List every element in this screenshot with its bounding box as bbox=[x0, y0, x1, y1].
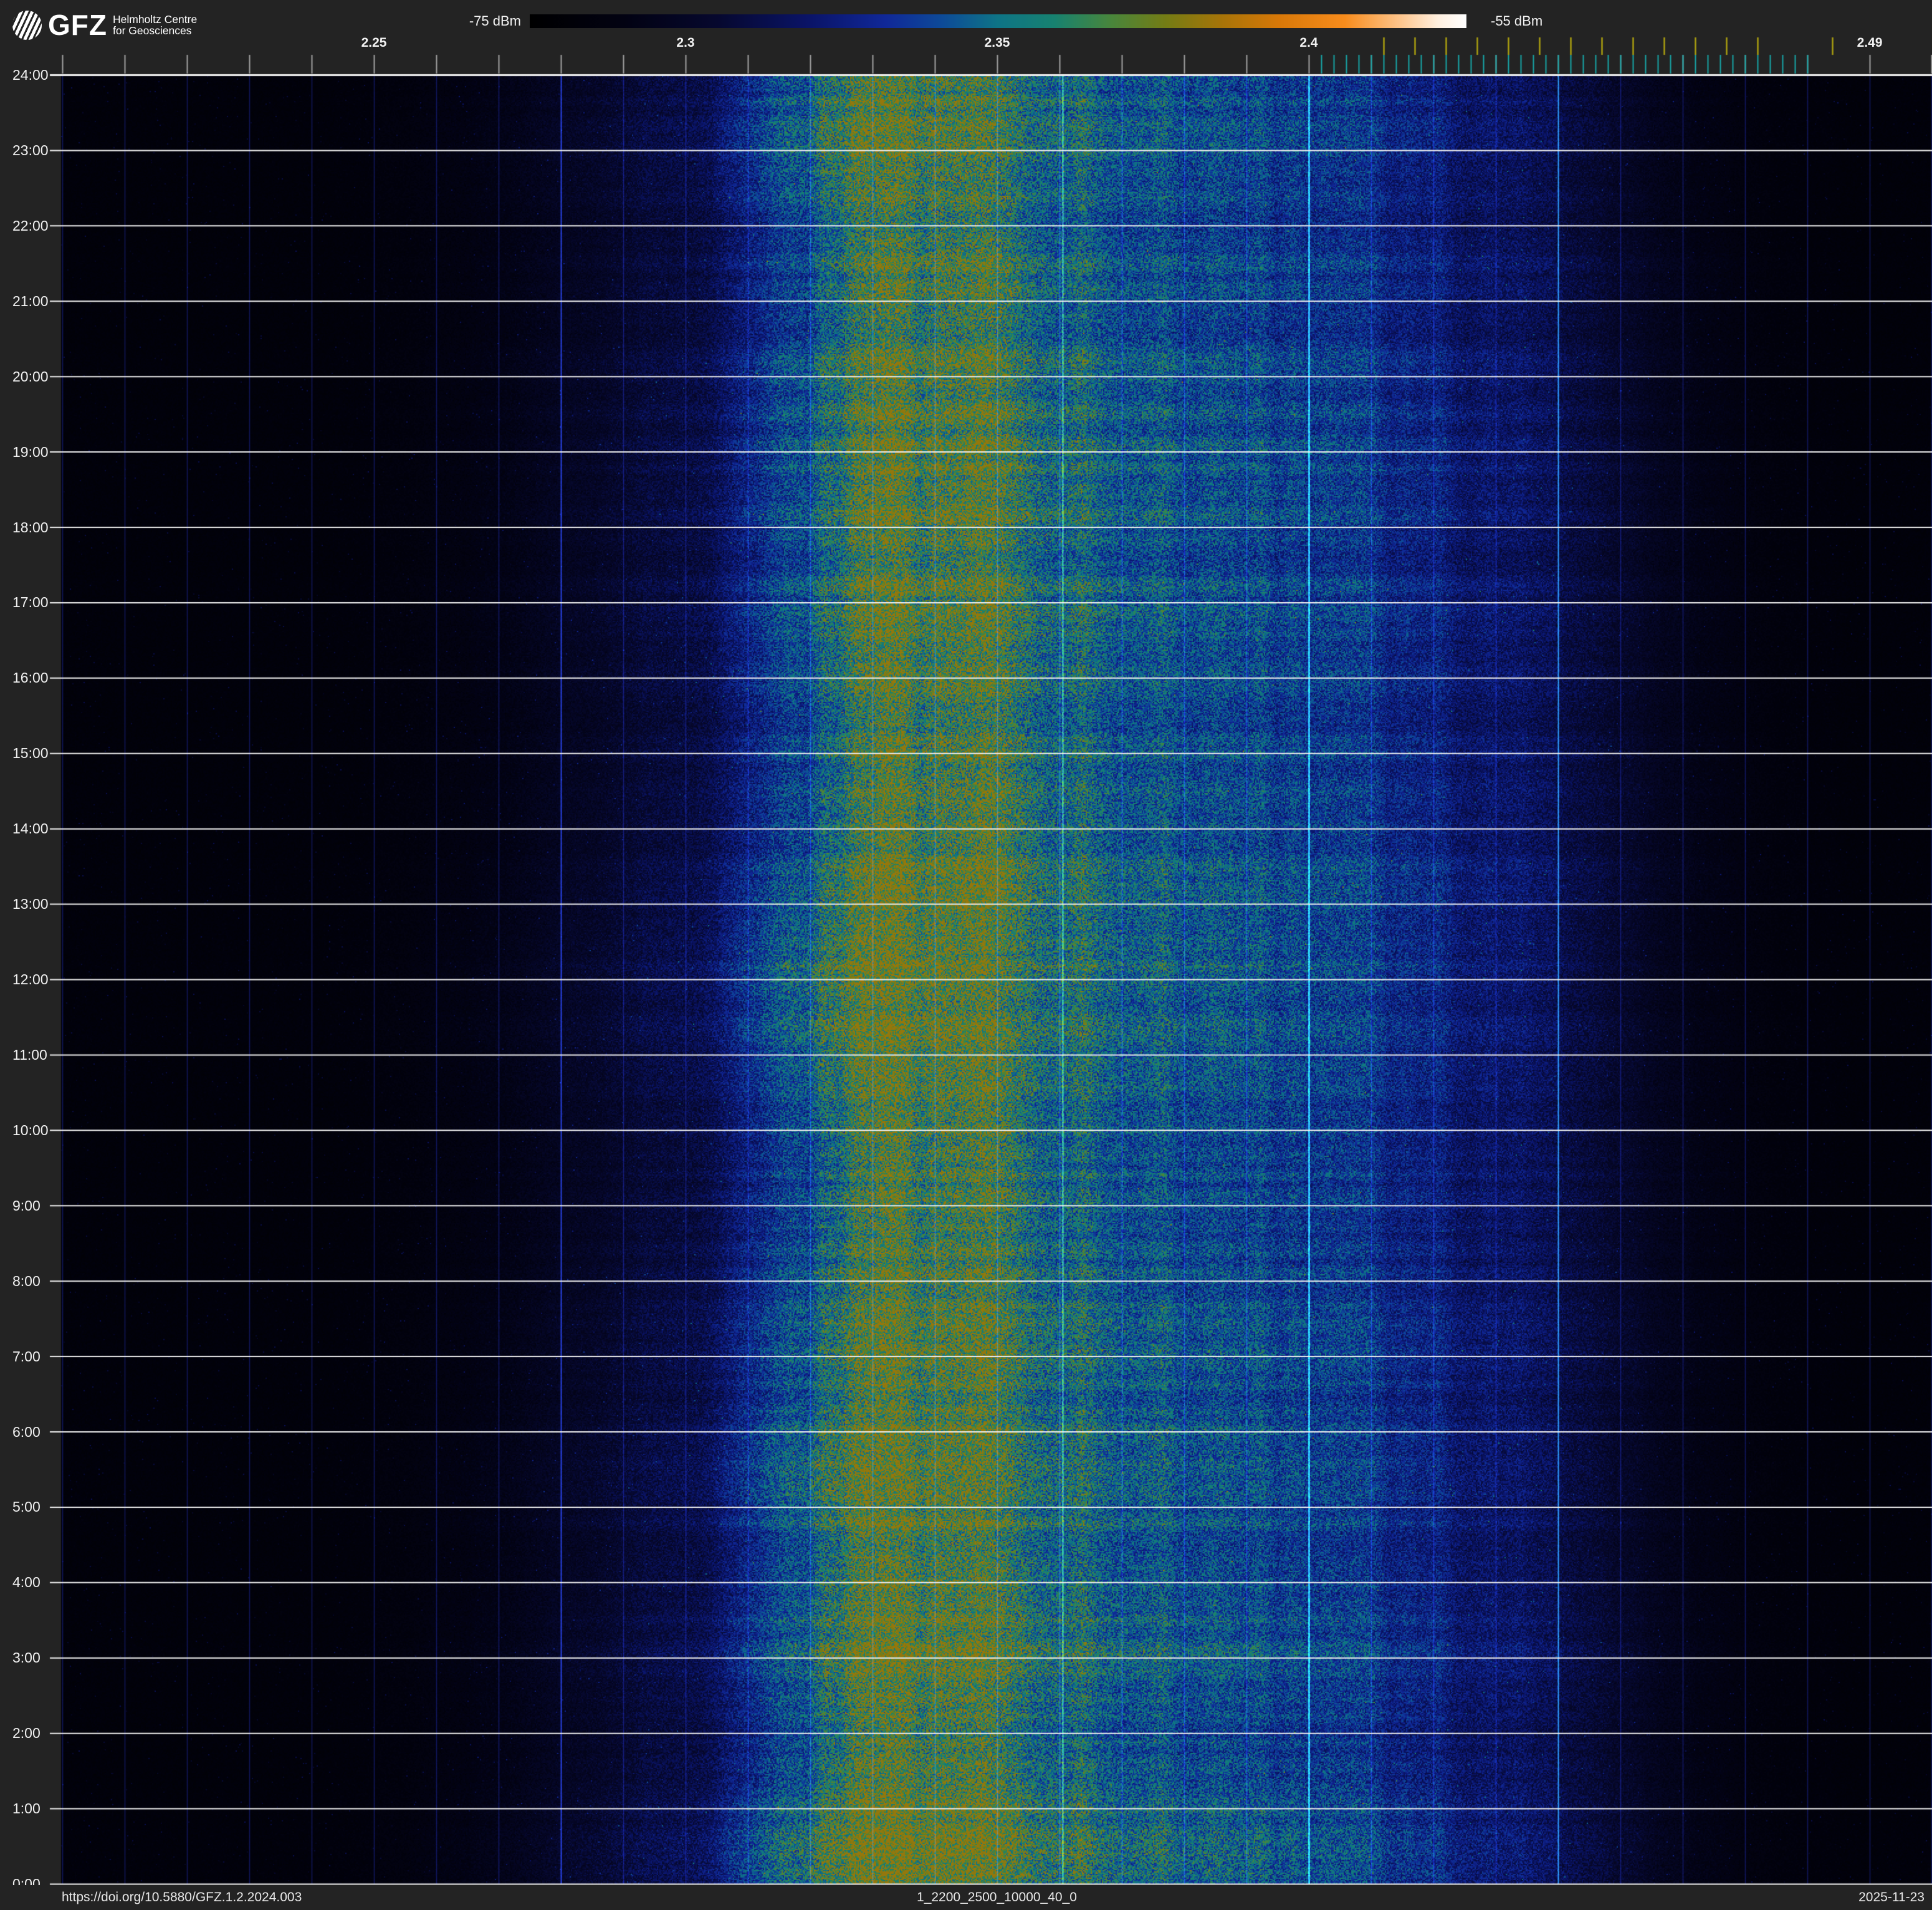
time-axis-label: 19:00 bbox=[12, 443, 49, 460]
gfz-logo-subtitle: Helmholtz Centre for Geosciences bbox=[112, 12, 198, 37]
time-axis-label: 15:00 bbox=[12, 745, 49, 762]
gfz-globe-icon bbox=[12, 10, 42, 40]
freq-axis-label: 2.3 bbox=[676, 36, 695, 50]
time-axis-label: 17:00 bbox=[12, 594, 49, 611]
freq-axis-label: 2.25 bbox=[361, 36, 387, 50]
time-axis-label: 24:00 bbox=[12, 67, 49, 83]
time-axis-label: 22:00 bbox=[12, 217, 49, 234]
time-axis-label: 14:00 bbox=[12, 820, 49, 837]
time-axis-label: 3:00 bbox=[12, 1649, 41, 1666]
spectrogram-page: { "header": { "logo": { "acronym": "GFZ"… bbox=[0, 0, 1932, 1910]
time-axis-label: 11:00 bbox=[12, 1046, 47, 1063]
time-axis-label: 1:00 bbox=[12, 1800, 41, 1817]
freq-axis-label: 2.49 bbox=[1857, 36, 1883, 50]
time-axis-label: 7:00 bbox=[12, 1348, 41, 1365]
gfz-logo-subtitle-line1: Helmholtz Centre bbox=[112, 12, 198, 26]
time-axis-label: 8:00 bbox=[12, 1272, 41, 1289]
time-axis-label: 2:00 bbox=[12, 1725, 41, 1742]
freq-axis-label: 2.4 bbox=[1299, 36, 1318, 50]
time-axis-label: 13:00 bbox=[12, 896, 49, 913]
dataset-name: 1_2200_2500_10000_40_0 bbox=[917, 1890, 1077, 1904]
time-axis-label: 9:00 bbox=[12, 1197, 41, 1214]
time-axis-label: 5:00 bbox=[12, 1499, 41, 1515]
freq-axis-label: 2.35 bbox=[984, 36, 1010, 50]
time-axis-label: 21:00 bbox=[12, 292, 49, 309]
gfz-logo-subtitle-line2: for Geosciences bbox=[112, 24, 192, 37]
time-axis-label: 6:00 bbox=[12, 1423, 41, 1440]
time-axis-label: 18:00 bbox=[12, 519, 49, 535]
time-axis-label: 4:00 bbox=[12, 1574, 41, 1591]
colorbar-max-label: -55 dBm bbox=[1491, 13, 1543, 29]
date-label: 2025-11-23 bbox=[1858, 1890, 1925, 1904]
time-axis-label: 16:00 bbox=[12, 669, 49, 686]
gfz-logo: GFZ Helmholtz Centre for Geosciences bbox=[12, 9, 197, 41]
footer-bar: https://doi.org/10.5880/GFZ.1.2.2024.003… bbox=[0, 1885, 1932, 1910]
spectrogram-canvas bbox=[0, 0, 1932, 1910]
gfz-logo-acronym: GFZ bbox=[48, 8, 107, 41]
time-axis-label: 10:00 bbox=[12, 1121, 49, 1138]
time-axis-label: 23:00 bbox=[12, 142, 49, 158]
time-axis-label: 12:00 bbox=[12, 971, 49, 987]
colorbar-min-label: -75 dBm bbox=[469, 13, 521, 29]
colorbar-gradient bbox=[530, 14, 1466, 28]
time-axis-label: 20:00 bbox=[12, 368, 49, 385]
